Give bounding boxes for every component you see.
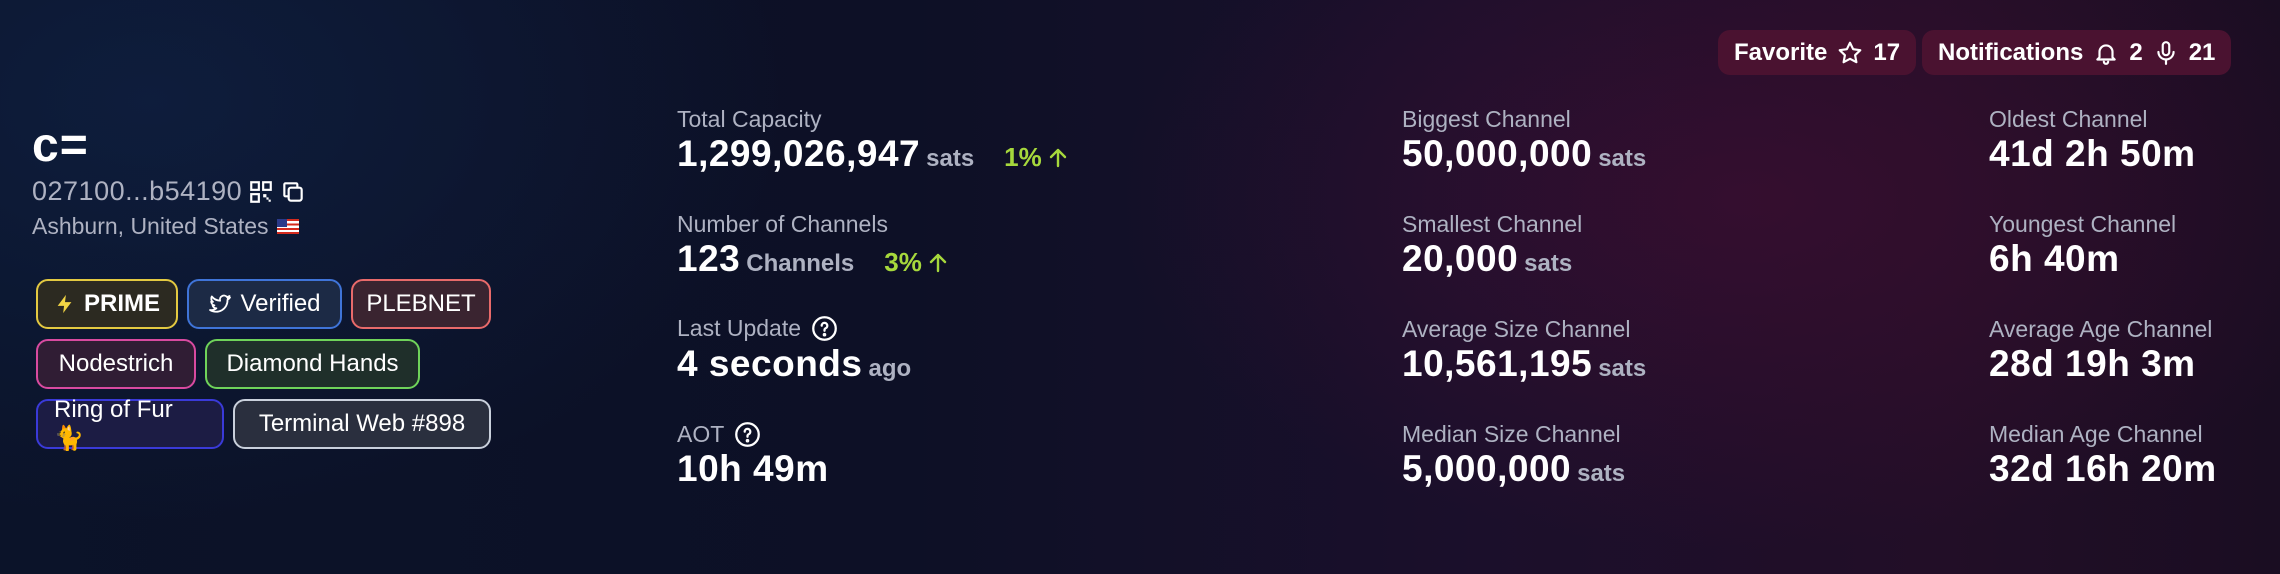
twitter-icon <box>209 294 232 313</box>
badge-nodestrich-label: Nodestrich <box>58 350 174 377</box>
youngest-channel-label: Youngest Channel <box>1989 211 2177 237</box>
num-channels-value: 123 Channels 3% <box>677 238 950 280</box>
favorite-label: Favorite <box>1734 38 1828 66</box>
biggest-channel-unit: sats <box>1598 145 1647 172</box>
bell-count: 2 <box>2129 38 2143 66</box>
help-icon[interactable] <box>734 421 761 448</box>
num-channels-change-text: 3% <box>884 247 922 277</box>
avg-size-channel-label: Average Size Channel <box>1402 316 1631 342</box>
smallest-channel-label: Smallest Channel <box>1402 211 1583 237</box>
badge-verified-label: Verified <box>240 290 321 317</box>
badge-diamond-hands[interactable]: Diamond Hands <box>205 339 420 389</box>
last-update-value: 4 seconds ago <box>677 343 911 385</box>
badge-verified[interactable]: Verified <box>187 279 342 329</box>
youngest-channel-value: 6h 40m <box>1989 238 2120 280</box>
mic-icon <box>2157 40 2175 65</box>
avg-size-channel-unit: sats <box>1598 355 1647 382</box>
aot-label: AOT <box>677 421 761 448</box>
median-size-channel-value: 5,000,000 sats <box>1402 448 1625 490</box>
badge-terminal-web-label: Terminal Web #898 <box>258 410 466 437</box>
oldest-channel-number: 41d 2h 50m <box>1989 133 2196 174</box>
notifications-label: Notifications <box>1938 38 2084 66</box>
avg-size-channel-value: 10,561,195 sats <box>1402 343 1646 385</box>
favorite-button[interactable]: Favorite 17 <box>1718 30 1917 75</box>
badge-terminal-web[interactable]: Terminal Web #898 <box>233 399 491 449</box>
total-capacity-value: 1,299,026,947 sats 1% <box>677 133 1070 175</box>
last-update-unit: ago <box>868 355 912 382</box>
biggest-channel-label: Biggest Channel <box>1402 106 1571 132</box>
location-text: Ashburn, United States <box>32 213 269 239</box>
badge-ring-of-fur-label: Ring of Fur 🐈 <box>54 395 173 452</box>
biggest-channel-value: 50,000,000 sats <box>1402 133 1646 175</box>
median-size-channel-label: Median Size Channel <box>1402 421 1621 447</box>
num-channels-unit: Channels <box>746 250 855 277</box>
total-capacity-unit: sats <box>926 145 975 172</box>
avg-age-channel-number: 28d 19h 3m <box>1989 343 2196 384</box>
oldest-channel-label: Oldest Channel <box>1989 106 2148 132</box>
badge-prime[interactable]: PRIME <box>36 279 178 329</box>
smallest-channel-number: 20,000 <box>1402 238 1519 279</box>
badge-prime-label: PRIME <box>83 290 160 317</box>
last-update-label-text: Last Update <box>677 315 802 341</box>
total-capacity-change-text: 1% <box>1004 142 1042 172</box>
pubkey-row: 027100...b54190 <box>32 176 306 207</box>
smallest-channel-value: 20,000 sats <box>1402 238 1572 280</box>
smallest-channel-unit: sats <box>1524 250 1573 277</box>
num-channels-number: 123 <box>677 238 741 279</box>
avg-size-channel-number: 10,561,195 <box>1402 343 1593 384</box>
node-pubkey: 027100...b54190 <box>32 176 243 206</box>
median-size-channel-number: 5,000,000 <box>1402 448 1572 489</box>
last-update-label: Last Update <box>677 315 838 342</box>
arrow-up-icon <box>929 253 947 272</box>
arrow-up-icon <box>1049 148 1066 167</box>
median-size-channel-unit: sats <box>1577 460 1626 487</box>
node-location: Ashburn, United States <box>32 213 299 240</box>
num-channels-label: Number of Channels <box>677 211 888 237</box>
avg-age-channel-label: Average Age Channel <box>1989 316 2213 342</box>
copy-icon[interactable] <box>280 179 306 205</box>
star-icon <box>1839 41 1862 63</box>
last-update-number: 4 seconds <box>677 343 863 384</box>
notifications-button[interactable]: Notifications 2 21 <box>1922 30 2232 75</box>
badge-ring-of-fur[interactable]: Ring of Fur 🐈 <box>36 396 224 452</box>
node-alias: c= <box>32 119 89 172</box>
biggest-channel-number: 50,000,000 <box>1402 133 1593 174</box>
qr-icon[interactable] <box>248 179 274 205</box>
flag-icon <box>276 219 299 234</box>
total-capacity-change: 1% <box>1004 142 1070 173</box>
oldest-channel-value: 41d 2h 50m <box>1989 133 2196 175</box>
help-icon[interactable] <box>811 315 838 342</box>
badge-diamond-hands-label: Diamond Hands <box>226 350 399 377</box>
lightning-icon <box>57 294 72 314</box>
median-age-channel-label: Median Age Channel <box>1989 421 2203 447</box>
aot-value: 10h 49m <box>677 448 829 490</box>
badge-plebnet-label: PLEBNET <box>366 290 476 317</box>
median-age-channel-number: 32d 16h 20m <box>1989 448 2217 489</box>
mic-count: 21 <box>2188 38 2216 66</box>
avg-age-channel-value: 28d 19h 3m <box>1989 343 2196 385</box>
total-capacity-label: Total Capacity <box>677 106 822 132</box>
badge-nodestrich[interactable]: Nodestrich <box>36 339 196 389</box>
num-channels-change: 3% <box>884 247 950 278</box>
favorite-count: 17 <box>1873 38 1901 66</box>
aot-label-text: AOT <box>677 421 725 447</box>
badge-plebnet[interactable]: PLEBNET <box>351 279 491 329</box>
aot-number: 10h 49m <box>677 448 829 489</box>
bell-icon <box>2096 43 2117 65</box>
youngest-channel-number: 6h 40m <box>1989 238 2120 279</box>
median-age-channel-value: 32d 16h 20m <box>1989 448 2217 490</box>
total-capacity-number: 1,299,026,947 <box>677 133 921 174</box>
